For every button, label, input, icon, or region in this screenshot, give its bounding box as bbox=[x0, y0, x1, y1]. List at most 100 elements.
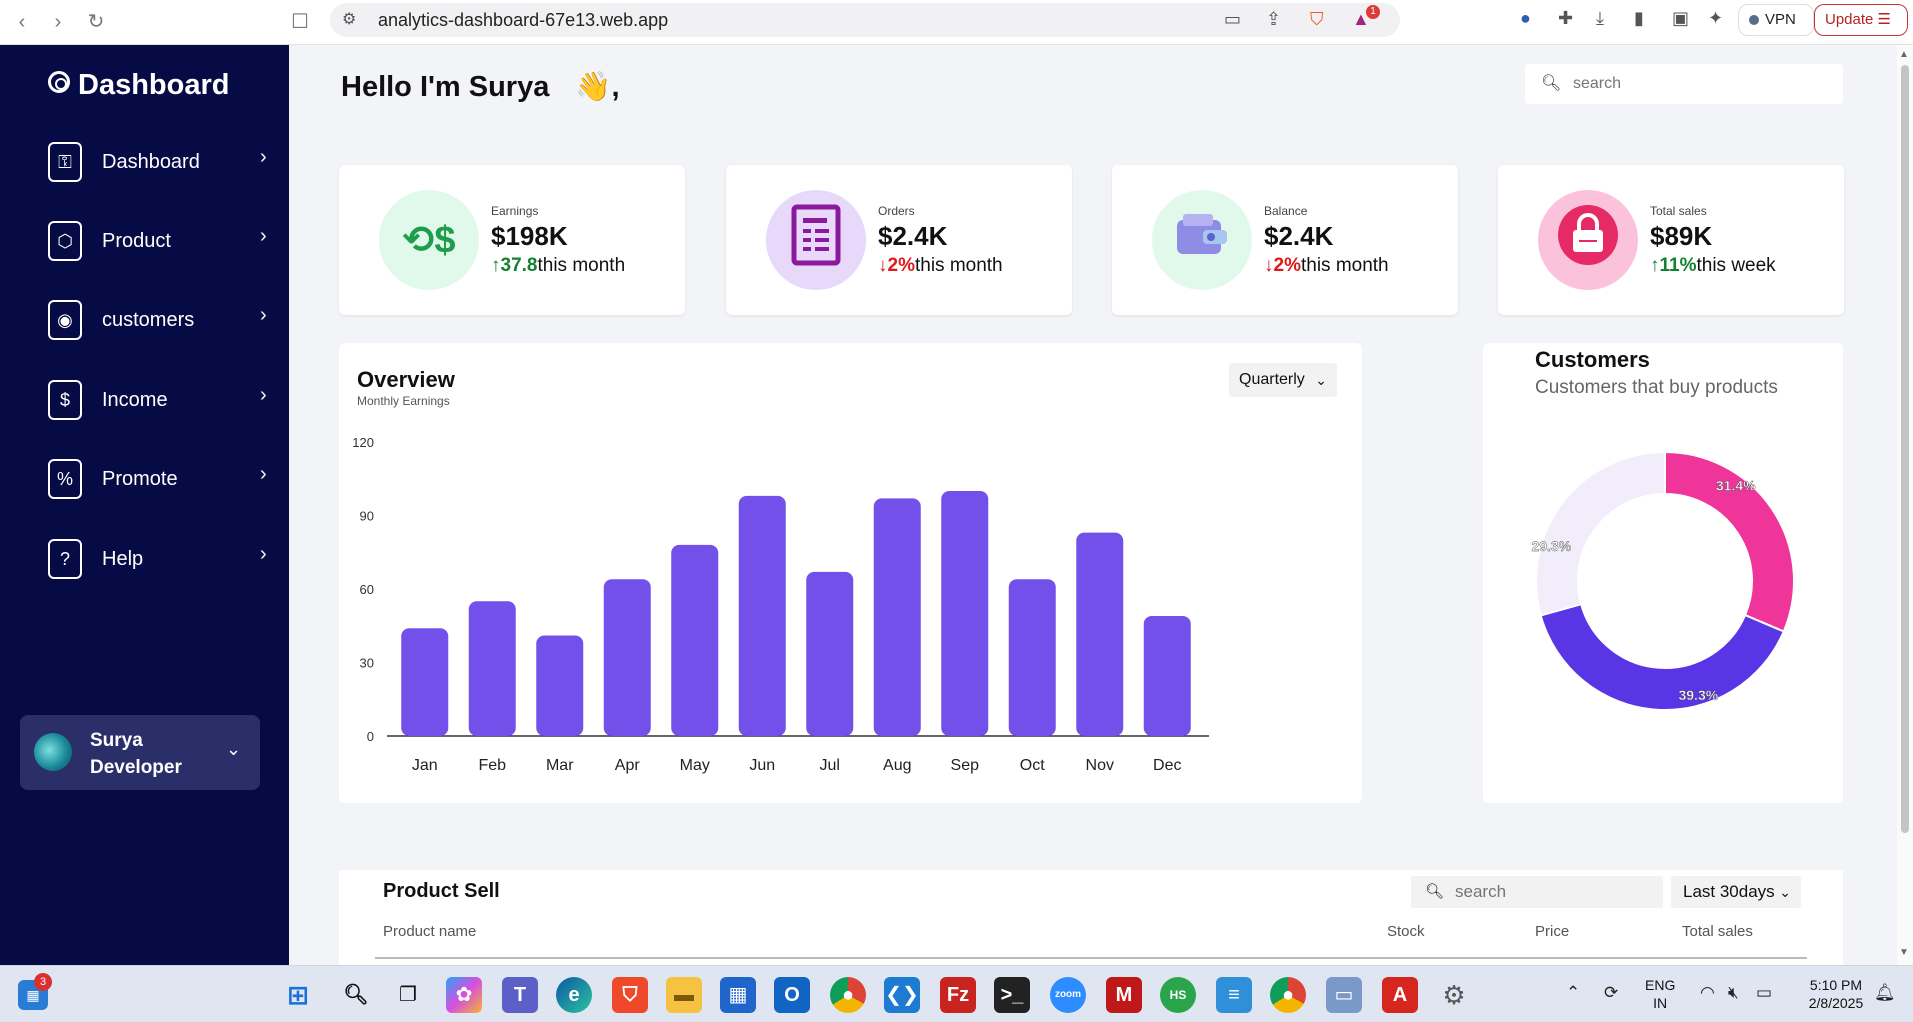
widgets-badge: 3 bbox=[34, 973, 52, 991]
sidebar-item-income[interactable]: $ Income › bbox=[48, 380, 278, 422]
sidebar-item-promote[interactable]: % Promote › bbox=[48, 459, 278, 501]
search-input[interactable] bbox=[1573, 72, 1823, 96]
extension-icon[interactable]: ● bbox=[1520, 8, 1531, 29]
bar[interactable] bbox=[671, 544, 719, 736]
notepad-icon[interactable]: ≡ bbox=[1216, 977, 1252, 1013]
forward-icon[interactable]: › bbox=[44, 8, 72, 36]
scrollbar-thumb[interactable] bbox=[1901, 65, 1909, 833]
clock[interactable]: 5:10 PM 2/8/2025 bbox=[1796, 976, 1876, 1012]
back-icon[interactable]: ‹ bbox=[8, 8, 36, 36]
period-select[interactable]: Quarterly ⌄ bbox=[1229, 363, 1337, 397]
volume-muted-icon[interactable]: 🔇︎ bbox=[1728, 983, 1739, 1003]
remote-desktop-icon[interactable]: ▭ bbox=[1326, 977, 1362, 1013]
scroll-down-icon[interactable]: ▼ bbox=[1899, 947, 1909, 958]
sidebar-item-customers[interactable]: ◉ customers › bbox=[48, 300, 278, 342]
file-explorer-icon[interactable]: ▬ bbox=[666, 977, 702, 1013]
download-icon[interactable]: ⤓ bbox=[1596, 8, 1604, 29]
update-label: Update bbox=[1825, 11, 1874, 28]
clock-time: 5:10 PM bbox=[1809, 977, 1863, 993]
reload-icon[interactable]: ↻ bbox=[82, 8, 110, 36]
clock-date: 2/8/2025 bbox=[1808, 995, 1864, 1011]
settings-gear-icon[interactable]: ⚙ bbox=[1436, 977, 1472, 1013]
sync-icon[interactable]: ⟳ bbox=[1604, 983, 1618, 1003]
copilot-icon[interactable]: ✿ bbox=[446, 977, 482, 1013]
bookmark-icon[interactable]: ☐ bbox=[286, 8, 314, 36]
vpn-button[interactable]: VPN bbox=[1738, 4, 1814, 36]
bar[interactable] bbox=[806, 571, 854, 736]
chevron-down-icon[interactable]: ⌄ bbox=[226, 739, 241, 760]
teams-icon[interactable]: T bbox=[502, 977, 538, 1013]
chrome-profile-icon[interactable]: ● bbox=[1270, 977, 1306, 1013]
bar[interactable] bbox=[1008, 579, 1056, 736]
column-header-total-sales[interactable]: Total sales bbox=[1682, 923, 1753, 940]
brave-icon[interactable]: ⛉ bbox=[612, 977, 648, 1013]
leo-ai-icon[interactable]: ✦ bbox=[1708, 8, 1723, 29]
wifi-icon[interactable]: ◠ bbox=[1700, 983, 1715, 1003]
task-view-icon[interactable]: ❐ bbox=[390, 977, 426, 1013]
windows-start-icon[interactable]: ⊞ bbox=[280, 977, 316, 1013]
address-bar[interactable]: ⚙ analytics-dashboard-67e13.web.app ▭ ⇪ … bbox=[330, 3, 1400, 37]
search-box[interactable]: 🔍︎ bbox=[1525, 64, 1843, 104]
chrome-icon[interactable]: ● bbox=[830, 977, 866, 1013]
bar[interactable] bbox=[1143, 615, 1191, 736]
bar-chart: 0 30 60 90 120 Jan Feb Mar Apr May Jun Jul Aug Sep Oct… bbox=[352, 435, 1209, 774]
hs-icon[interactable]: HS bbox=[1160, 977, 1196, 1013]
scroll-up-icon[interactable]: ▲ bbox=[1899, 49, 1909, 60]
overview-title: Overview bbox=[357, 367, 455, 392]
x-tick-label: Nov bbox=[1086, 757, 1114, 774]
search-icon[interactable]: 🔍︎ bbox=[338, 977, 374, 1013]
column-header-stock[interactable]: Stock bbox=[1387, 923, 1425, 940]
chevron-up-icon[interactable]: ⌃ bbox=[1566, 983, 1580, 1003]
bar[interactable] bbox=[873, 498, 921, 736]
bar[interactable] bbox=[941, 491, 989, 736]
donut-slice[interactable] bbox=[1539, 602, 1786, 711]
edge-icon[interactable]: e bbox=[556, 977, 592, 1013]
sidebar-item-dashboard[interactable]: ⚿ Dashboard › bbox=[48, 142, 278, 184]
battery-icon[interactable]: ▭ bbox=[1756, 983, 1772, 1003]
filezilla-icon[interactable]: Fz bbox=[940, 977, 976, 1013]
dollar-refresh-icon: ⟲$ bbox=[402, 219, 456, 262]
bar[interactable] bbox=[738, 495, 786, 736]
bar[interactable] bbox=[603, 579, 651, 736]
sidebar-item-label: Product bbox=[102, 230, 171, 252]
range-select[interactable]: Last 30days ⌄ bbox=[1671, 876, 1801, 908]
donut-slice[interactable] bbox=[1535, 450, 1666, 617]
store-icon[interactable]: ▦ bbox=[720, 977, 756, 1013]
product-sell-title: Product Sell bbox=[383, 880, 500, 902]
site-info-icon[interactable]: ⚙ bbox=[342, 9, 356, 29]
product-search-input[interactable] bbox=[1455, 881, 1655, 903]
page-scrollbar[interactable]: ▲ ▼ bbox=[1897, 45, 1913, 965]
mcafee-icon[interactable]: M bbox=[1106, 977, 1142, 1013]
cast-icon[interactable]: ▭ bbox=[1224, 9, 1241, 30]
sidebar-item-help[interactable]: ? Help › bbox=[48, 539, 278, 581]
bar[interactable] bbox=[401, 628, 449, 736]
puzzle-icon[interactable]: ✚ bbox=[1558, 8, 1573, 29]
bar[interactable] bbox=[536, 635, 584, 736]
vscode-icon[interactable]: ❮❯ bbox=[884, 977, 920, 1013]
column-header-product-name[interactable]: Product name bbox=[383, 923, 476, 940]
brave-shield-icon[interactable]: ⛉ bbox=[1310, 9, 1324, 30]
overview-panel: 0 30 60 90 120 Jan Feb Mar Apr May Jun Jul Aug Sep Oct… bbox=[339, 343, 1362, 803]
cube-icon: ⬡ bbox=[48, 221, 82, 261]
language-indicator[interactable]: ENG IN bbox=[1645, 976, 1675, 1012]
share-icon[interactable]: ⇪ bbox=[1266, 9, 1281, 30]
profile-card[interactable]: Surya Developer ⌄ bbox=[20, 715, 260, 790]
zoom-icon[interactable]: zoom bbox=[1050, 977, 1086, 1013]
outlook-icon[interactable]: O bbox=[774, 977, 810, 1013]
wallet-icon[interactable]: ▣ bbox=[1672, 8, 1689, 29]
acrobat-icon[interactable]: A bbox=[1382, 977, 1418, 1013]
sidebar-item-product[interactable]: ⬡ Product › bbox=[48, 221, 278, 263]
rewards-count: 1 bbox=[1366, 5, 1380, 19]
column-header-price[interactable]: Price bbox=[1535, 923, 1569, 940]
product-search-box[interactable]: 🔍︎ bbox=[1411, 876, 1663, 908]
brand[interactable]: Dashboard bbox=[48, 69, 229, 102]
terminal-icon[interactable]: >_ bbox=[994, 977, 1030, 1013]
notification-bell-icon[interactable]: 🔔︎ bbox=[1874, 983, 1896, 1003]
chevron-right-icon: › bbox=[260, 225, 267, 247]
sidebar-toggle-icon[interactable]: ▮ bbox=[1634, 8, 1644, 29]
y-tick-label: 60 bbox=[360, 582, 374, 597]
update-button[interactable]: Update ☰ bbox=[1814, 4, 1908, 36]
url-text[interactable]: analytics-dashboard-67e13.web.app bbox=[378, 10, 668, 31]
bar[interactable] bbox=[1076, 532, 1124, 736]
bar[interactable] bbox=[468, 601, 516, 736]
